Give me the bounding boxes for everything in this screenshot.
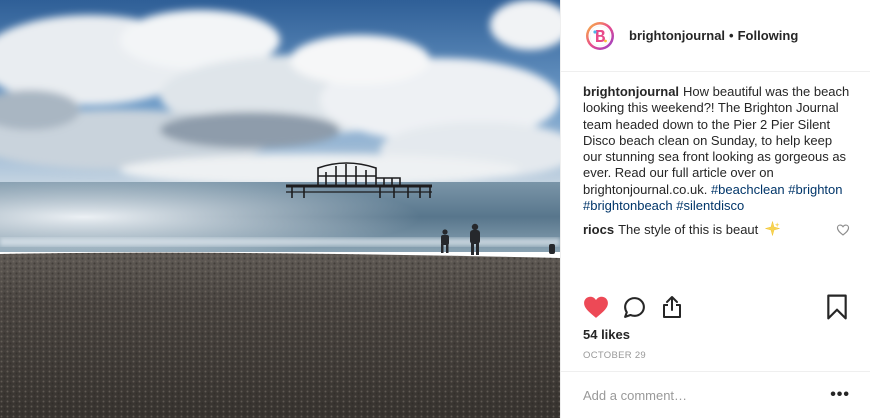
author-avatar[interactable] [585, 21, 615, 51]
sparkle-emoji-icon [764, 221, 780, 237]
comment-row: riocs The style of this is beaut [583, 221, 850, 239]
follow-status[interactable]: Following [738, 28, 799, 43]
comment-button[interactable] [621, 294, 647, 320]
caption-text: How beautiful was the beach looking this… [583, 84, 850, 197]
header-separator: • [729, 28, 734, 43]
action-bar [583, 292, 850, 322]
hashtag-link[interactable]: #brighton [788, 182, 842, 197]
save-button[interactable] [824, 294, 850, 320]
header-text: brightonjournal • Following [629, 28, 798, 43]
comment-icon [623, 296, 645, 318]
bookmark-icon [827, 294, 847, 320]
comment-body: riocs The style of this is beaut [583, 221, 836, 239]
post-sidebar: brightonjournal • Following brightonjourna… [560, 0, 870, 418]
post-date: OCTOBER 29 [583, 350, 647, 361]
post-caption: brightonjournal How beautiful was the bea… [583, 84, 850, 214]
add-comment-input[interactable] [583, 387, 830, 403]
add-comment-row: ••• [561, 371, 870, 418]
caption-username[interactable]: brightonjournal [583, 84, 679, 99]
comments-section: brightonjournal How beautiful was the bea… [561, 72, 870, 286]
share-icon [663, 296, 681, 318]
post-photo[interactable] [0, 0, 560, 418]
beach-pier-image [0, 0, 560, 418]
comment-username[interactable]: riocs [583, 222, 614, 237]
likes-count[interactable]: 54 likes [583, 327, 630, 342]
like-button[interactable] [583, 294, 609, 320]
more-options-icon[interactable]: ••• [830, 386, 850, 403]
brighton-logo-icon [586, 21, 614, 50]
hashtag-link[interactable]: #brightonbeach [583, 198, 673, 213]
instagram-post: brightonjournal • Following brightonjourna… [0, 0, 870, 418]
author-username[interactable]: brightonjournal [629, 28, 725, 43]
heart-icon [584, 296, 608, 318]
share-button[interactable] [659, 294, 685, 320]
post-header: brightonjournal • Following [561, 0, 870, 72]
hashtag-link[interactable]: #silentdisco [676, 198, 744, 213]
hashtag-link[interactable]: #beachclean [711, 182, 785, 197]
small-heart-icon[interactable] [836, 223, 850, 237]
comment-text: The style of this is beaut [618, 222, 759, 238]
